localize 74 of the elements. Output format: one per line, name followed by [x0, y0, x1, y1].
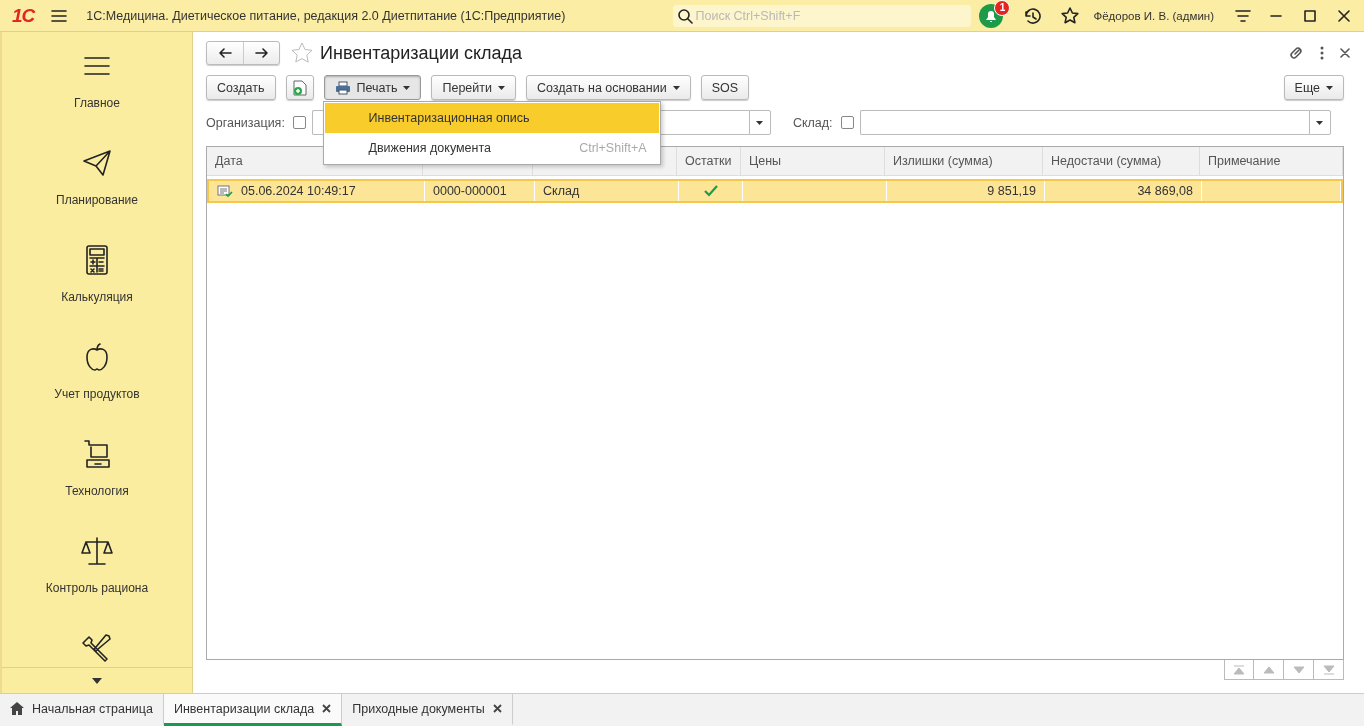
paper-plane-icon: [81, 147, 113, 179]
column-header[interactable]: Излишки (сумма): [893, 154, 993, 168]
column-header[interactable]: Недостачи (сумма): [1051, 154, 1162, 168]
table-cell: 9 851,19: [987, 184, 1036, 198]
table-row[interactable]: 05.06.2024 10:49:17 0000-000001 Склад 9 851,19 34 869,08: [207, 179, 1343, 203]
filter-field[interactable]: [859, 110, 1309, 135]
app-logo: 1С: [12, 4, 35, 27]
home-icon: [10, 702, 24, 715]
sidebar-item[interactable]: Калькуляция: [61, 290, 133, 304]
table-cell: Склад: [543, 184, 580, 198]
caret-icon: [403, 85, 411, 90]
menu-button[interactable]: Перейти: [431, 75, 516, 100]
left-arrow-icon: [218, 46, 232, 60]
caret-icon: [1326, 85, 1333, 90]
close-icon[interactable]: [322, 704, 332, 713]
filter-checkbox[interactable]: [840, 116, 854, 129]
copy-document-button[interactable]: [285, 75, 314, 100]
close-icon[interactable]: [1340, 48, 1350, 58]
sidebar-item[interactable]: Технология: [65, 484, 129, 498]
search-icon: [677, 7, 694, 24]
toolbar-button[interactable]: SOS: [700, 75, 750, 100]
notification-count: 1: [994, 0, 1011, 16]
down-triangle-icon: [1292, 664, 1305, 675]
user-name[interactable]: Фёдоров И. В. (админ): [1093, 9, 1214, 22]
column-header[interactable]: Цены: [749, 154, 782, 168]
table-cell: 0000-000001: [433, 184, 507, 198]
toolbar-button[interactable]: Создать: [206, 75, 276, 100]
filter-checkbox[interactable]: [292, 116, 306, 129]
tools-icon: [81, 632, 113, 664]
minimize-icon[interactable]: [1270, 14, 1282, 17]
close-icon[interactable]: [1338, 9, 1350, 22]
document-plus-icon: [292, 79, 307, 96]
table-cell: 34 869,08: [1137, 184, 1193, 198]
menu-item[interactable]: Инвентаризационная опись: [324, 103, 659, 133]
maximize-icon[interactable]: [1304, 9, 1316, 22]
caret-icon: [756, 120, 764, 125]
bar-up-icon: [1233, 664, 1245, 675]
up-triangle-icon: [1262, 664, 1275, 675]
column-header[interactable]: Примечание: [1208, 154, 1281, 168]
menu-button[interactable]: Печать: [323, 75, 422, 100]
page-tab[interactable]: Приходные документы: [342, 694, 513, 726]
sidebar-item[interactable]: Учет продуктов: [54, 387, 140, 401]
form-title: Инвентаризации склада: [320, 42, 524, 64]
window-title: 1С:Медицина. Диетическое питание, редакция 2.0 Диетпитание (1С:Предприятие): [86, 8, 567, 23]
menu-button[interactable]: Создать на основании: [526, 75, 691, 100]
cart-icon: [81, 438, 113, 470]
sidebar-item[interactable]: Контроль рациона: [45, 581, 149, 595]
more-button[interactable]: Еще: [1283, 75, 1344, 100]
filter-label: Организация:: [206, 115, 285, 130]
scales-icon: [81, 535, 113, 567]
page-tab[interactable]: Инвентаризации склада: [163, 694, 343, 726]
close-icon[interactable]: [492, 704, 502, 713]
star-icon[interactable]: [1061, 6, 1080, 25]
history-icon[interactable]: [1023, 6, 1042, 25]
sidebar-item[interactable]: Главное: [74, 96, 120, 110]
favorite-star-icon[interactable]: [290, 41, 314, 65]
document-posted-icon: [217, 184, 233, 198]
column-header[interactable]: Дата: [215, 154, 243, 168]
more-options-icon[interactable]: [1320, 46, 1324, 60]
column-header[interactable]: Остатки: [685, 154, 732, 168]
filter-label: Склад:: [792, 115, 833, 130]
dropdown-button[interactable]: [748, 110, 771, 135]
menu-item[interactable]: Движения документа Ctrl+Shift+A: [324, 133, 659, 163]
page-tab[interactable]: Начальная страница: [0, 694, 164, 726]
caret-icon: [672, 85, 680, 90]
caret-icon: [1316, 120, 1324, 125]
bar-down-icon: [1322, 664, 1335, 675]
table-cell: 05.06.2024 10:49:17: [241, 184, 356, 198]
right-arrow-icon: [254, 46, 269, 60]
scroll-down-icon[interactable]: [92, 677, 102, 684]
sidebar-item[interactable]: Планирование: [56, 193, 138, 207]
dropdown-button[interactable]: [1308, 110, 1331, 135]
search-field[interactable]: Поиск Ctrl+Shift+F: [673, 4, 972, 27]
caret-icon: [498, 85, 505, 90]
